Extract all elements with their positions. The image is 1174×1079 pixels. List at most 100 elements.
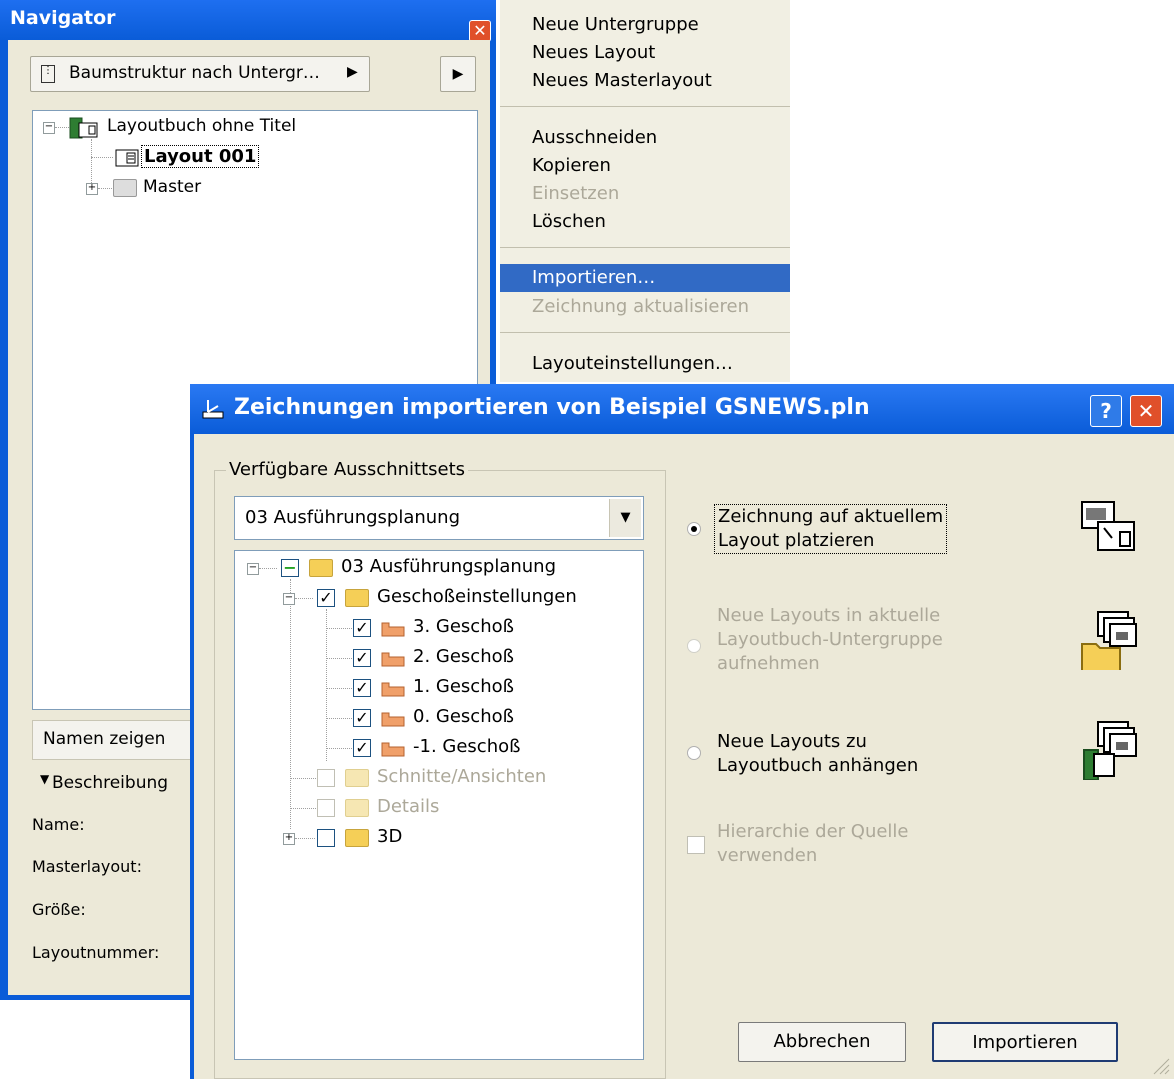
append-layouts-icon (1083, 721, 1137, 780)
storey-icon (381, 682, 405, 697)
tree-item-storey-settings[interactable]: Geschoßeinstellungen (377, 586, 577, 607)
menu-separator (500, 332, 790, 333)
tree-item-storey-minus-1[interactable]: -1. Geschoß (413, 736, 520, 757)
tree-item-storey-0[interactable]: 0. Geschoß (413, 706, 514, 727)
triangle-down-icon[interactable]: ▼ (40, 772, 49, 786)
close-icon[interactable]: ✕ (469, 20, 491, 42)
storey-icon (381, 622, 405, 637)
tree-connector (259, 568, 277, 569)
help-icon[interactable]: ? (1090, 395, 1122, 427)
tree-connector (295, 598, 313, 599)
root-checkbox[interactable]: − (281, 559, 299, 577)
tree-connector (55, 127, 69, 128)
place-on-current-label[interactable]: Zeichnung auf aktuellem Layout platziere… (714, 504, 948, 554)
details-checkbox[interactable] (317, 799, 335, 817)
tree-structure-icon: ⋮ (41, 65, 55, 83)
import-button[interactable]: Importieren (932, 1022, 1118, 1062)
storey-2-checkbox[interactable]: ✓ (353, 649, 371, 667)
menu-item-new-layout[interactable]: Neues Layout (500, 39, 790, 67)
view-set-tree[interactable]: − − 03 Ausführungsplanung − ✓ Geschoßein… (234, 550, 644, 1060)
storey-settings-checkbox[interactable]: ✓ (317, 589, 335, 607)
storey-icon (381, 652, 405, 667)
append-layouts-radio[interactable] (687, 746, 701, 760)
menu-item-new-subset[interactable]: Neue Untergruppe (500, 11, 790, 39)
append-layouts-label[interactable]: Neue Layouts zu Layoutbuch anhängen (717, 730, 918, 778)
import-drawings-dialog: Zeichnungen importieren von Beispiel GSN… (190, 384, 1174, 1079)
cancel-button[interactable]: Abbrechen (738, 1022, 906, 1062)
tree-item-details[interactable]: Details (377, 796, 439, 817)
menu-item-delete[interactable]: Löschen (500, 208, 790, 236)
storey-icon (381, 742, 405, 757)
3d-checkbox[interactable] (317, 829, 335, 847)
place-on-current-radio[interactable] (687, 522, 701, 536)
tree-connector (326, 658, 352, 659)
tree-item-root[interactable]: Layoutbuch ohne Titel (107, 116, 296, 136)
collapse-toggle-icon[interactable]: − (43, 122, 55, 134)
storey-1-checkbox[interactable]: ✓ (353, 679, 371, 697)
tree-connector (326, 628, 352, 629)
tree-item-storey-1[interactable]: 1. Geschoß (413, 676, 514, 697)
tree-item-layout-001[interactable]: Layout 001 (141, 145, 260, 168)
triangle-right-icon: ▶ (347, 64, 358, 80)
source-hierarchy-label: Hierarchie der Quelle verwenden (717, 820, 909, 868)
tree-item-sections[interactable]: Schnitte/Ansichten (377, 766, 546, 787)
tree-connector (326, 748, 352, 749)
tree-view-label: Baumstruktur nach Untergr… (69, 63, 320, 83)
dropdown-arrow-icon[interactable]: ▼ (609, 499, 641, 537)
source-hierarchy-checkbox (687, 836, 705, 854)
collapse-toggle-icon[interactable]: − (247, 563, 259, 575)
menu-item-copy[interactable]: Kopieren (500, 152, 790, 180)
layout-icon (115, 149, 139, 167)
tree-connector (326, 688, 352, 689)
folder-icon (113, 179, 137, 197)
show-names-label: Namen zeigen (43, 729, 166, 749)
menu-item-import[interactable]: Importieren… (500, 264, 790, 292)
tree-item-storey-3[interactable]: 3. Geschoß (413, 616, 514, 637)
layout-book-icon (69, 117, 98, 139)
dialog-titlebar[interactable]: Zeichnungen importieren von Beispiel GSN… (190, 384, 1174, 434)
menu-separator (500, 247, 790, 248)
folder-icon (345, 769, 369, 787)
show-names-button[interactable]: Namen zeigen (32, 720, 202, 760)
option-label-line: Neue Layouts in aktuelle (717, 605, 941, 626)
menu-item-layout-settings[interactable]: Layouteinstellungen… (500, 350, 790, 378)
close-icon[interactable]: ✕ (1130, 395, 1162, 427)
option-label-line: verwenden (717, 845, 818, 866)
tree-connector (290, 579, 291, 829)
tree-item-3d[interactable]: 3D (377, 826, 402, 847)
collapse-toggle-icon[interactable]: − (283, 593, 295, 605)
new-layouts-in-subset-icon (1081, 611, 1137, 670)
option-label-line: Zeichnung auf aktuellem (718, 506, 944, 527)
storey-3-checkbox[interactable]: ✓ (353, 619, 371, 637)
storey-0-checkbox[interactable]: ✓ (353, 709, 371, 727)
expand-toggle-icon[interactable]: + (283, 833, 295, 845)
menu-item-cut[interactable]: Ausschneiden (500, 124, 790, 152)
available-sets-label: Verfügbare Ausschnittsets (226, 459, 469, 480)
expand-toggle-icon[interactable]: + (86, 183, 98, 195)
storey-minus-1-checkbox[interactable]: ✓ (353, 739, 371, 757)
folder-icon (345, 799, 369, 817)
navigator-titlebar[interactable]: Navigator ✕ (0, 0, 496, 42)
folder-icon (345, 589, 369, 607)
tree-connector (91, 157, 113, 158)
tree-item-storey-2[interactable]: 2. Geschoß (413, 646, 514, 667)
new-in-subset-radio (687, 639, 701, 653)
tree-connector (326, 609, 327, 761)
folder-icon (309, 559, 333, 577)
menu-item-update-drawing: Zeichnung aktualisieren (532, 296, 749, 317)
tree-item-root-set[interactable]: 03 Ausführungsplanung (341, 556, 556, 577)
tree-connector (290, 778, 316, 779)
sections-checkbox[interactable] (317, 769, 335, 787)
option-label-line: Layoutbuch anhängen (717, 755, 919, 776)
description-toggle[interactable]: Beschreibung (52, 773, 168, 793)
resize-grip-icon[interactable] (1152, 1057, 1170, 1075)
view-set-dropdown[interactable]: 03 Ausführungsplanung ▼ (234, 496, 644, 540)
menu-item-new-master-layout[interactable]: Neues Masterlayout (500, 67, 790, 95)
tree-connector (98, 188, 112, 189)
option-label-line: Neue Layouts zu (717, 731, 867, 752)
tree-item-master[interactable]: Master (143, 177, 201, 197)
navigator-menu-button[interactable]: ▶ (440, 56, 476, 92)
dialog-body: Verfügbare Ausschnittsets 03 Ausführungs… (194, 434, 1174, 1079)
tree-view-button[interactable]: ⋮ Baumstruktur nach Untergr… ▶ (30, 56, 370, 92)
masterlayout-label: Masterlayout: (32, 857, 142, 876)
